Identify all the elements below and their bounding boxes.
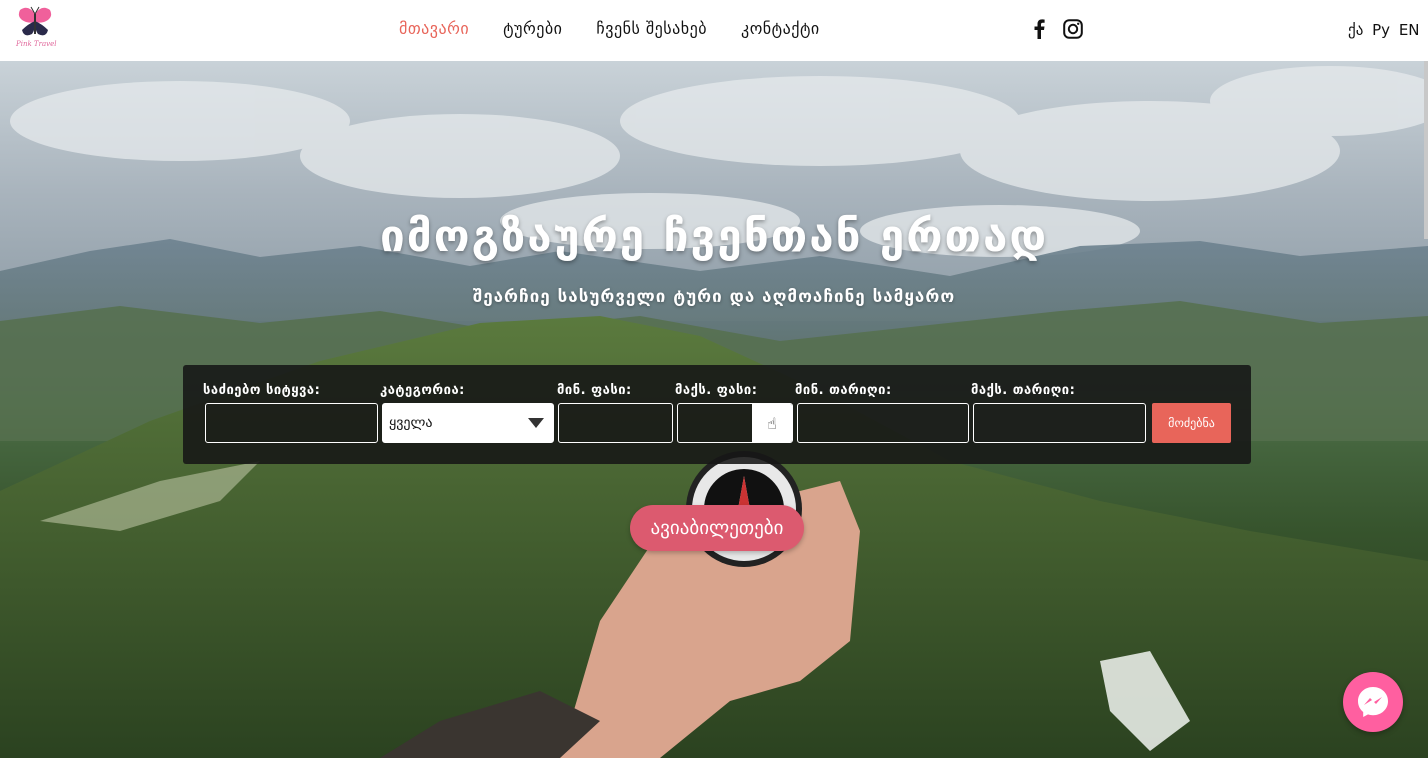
max-price-input[interactable]: ☝ [677,403,793,443]
category-value: ყველა [389,415,433,431]
hero-section: იმოგზაურე ჩვენთან ერთად შეარჩიე სასურველ… [0,61,1428,758]
nav-item-home[interactable]: მთავარი [399,19,469,38]
keyword-label: საძიებო სიტყვა: [203,383,321,398]
category-label: კატეგორია: [380,383,465,398]
min-price-input[interactable] [558,403,673,443]
messenger-chat-button[interactable] [1343,672,1403,732]
min-date-label: მინ. თარიღი: [795,383,892,398]
nav-item-tours[interactable]: ტურები [503,19,562,38]
butterfly-logo-icon [18,6,52,36]
cursor-hand-icon: ☝ [752,404,792,442]
scrollbar[interactable] [1424,61,1428,239]
keyword-input[interactable] [205,403,378,443]
logo-text: Pink Travel [16,40,57,48]
lang-en[interactable]: EN [1399,21,1420,39]
min-price-label: მინ. ფასი: [557,383,632,398]
lang-ka[interactable]: ქა [1348,21,1363,39]
chevron-down-icon [528,418,544,428]
lang-ru[interactable]: Ру [1372,21,1390,39]
min-date-input[interactable] [797,403,969,443]
nav-item-contact[interactable]: კონტაქტი [741,19,820,38]
hero-title: იმოგზაურე ჩვენთან ერთად [379,211,1049,262]
category-select[interactable]: ყველა [382,403,554,443]
logo[interactable]: Pink Travel [14,6,56,54]
tour-search-panel: საძიებო სიტყვა: კატეგორია: ყველა მინ. ფა… [183,365,1251,464]
max-date-field: მაქს. თარიღი: [971,383,1146,443]
instagram-icon[interactable] [1063,19,1083,39]
language-switcher: ქა Ру EN [1348,21,1424,39]
facebook-icon[interactable] [1031,19,1047,39]
min-date-field: მინ. თარიღი: [795,383,969,443]
site-header: Pink Travel მთავარი ტურები ჩვენს შესახებ… [0,0,1428,61]
keyword-field: საძიებო სიტყვა: [203,383,378,443]
max-date-input[interactable] [973,403,1146,443]
main-nav: მთავარი ტურები ჩვენს შესახებ კონტაქტი [399,19,854,38]
category-field: კატეგორია: ყველა [380,383,554,443]
max-date-label: მაქს. თარიღი: [971,383,1076,398]
messenger-icon [1358,687,1388,717]
max-price-label: მაქს. ფასი: [675,383,758,398]
social-links [1031,19,1083,39]
flight-tickets-button[interactable]: ავიაბილეთები [630,505,804,551]
nav-item-about[interactable]: ჩვენს შესახებ [596,19,707,38]
hero-subtitle: შეარჩიე სასურველი ტური და აღმოაჩინე სამყ… [472,287,956,307]
search-button[interactable]: მოძებნა [1152,403,1231,443]
min-price-field: მინ. ფასი: [557,383,673,443]
max-price-field: მაქს. ფასი: ☝ [675,383,793,443]
